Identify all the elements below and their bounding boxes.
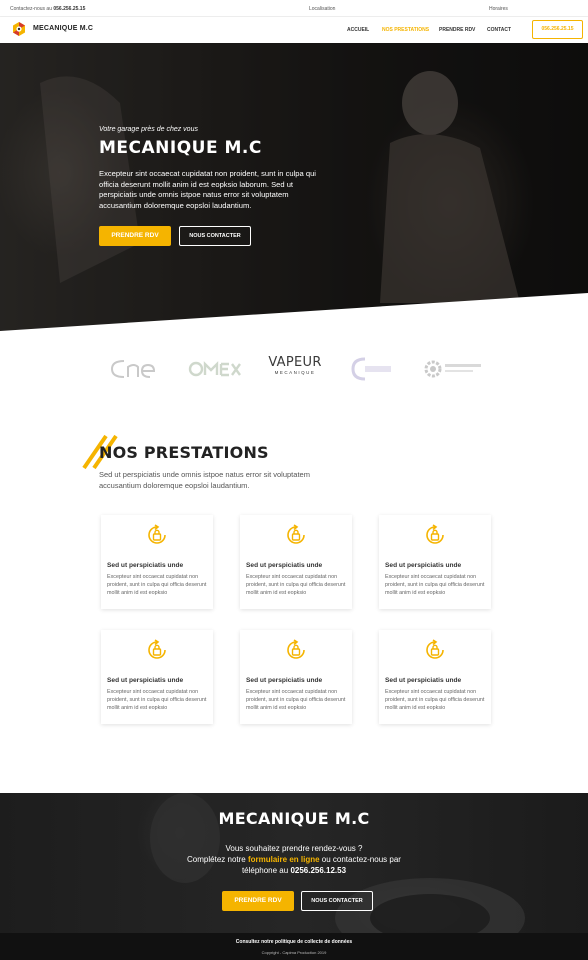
nav-item-accueil[interactable]: ACCUEIL <box>347 27 369 33</box>
cta-line-2: Complétez notre formulaire en ligne ou c… <box>0 855 588 864</box>
cta-section: MECANIQUE M.C Vous souhaitez prendre ren… <box>0 793 588 933</box>
cta-line-2-start: Complétez notre <box>187 855 246 864</box>
partner-logo-gear[interactable] <box>421 355 485 383</box>
cta-line-2-end: ou contactez-nous par <box>321 855 401 864</box>
prestation-card-text: Excepteur sint occaecat cupidatat non pr… <box>107 689 207 711</box>
footer-copyright: Copyright - Capima Production 2019 <box>261 950 327 955</box>
vapeur-logo-text: VAPEUR <box>268 355 322 370</box>
cta-phone-link[interactable]: 0256.256.12.53 <box>290 866 346 875</box>
partner-logo-gmex[interactable] <box>188 355 242 383</box>
cta-line-3-start: téléphone au <box>241 866 289 875</box>
prestation-card-title: Sed ut perspiciatis unde <box>107 677 184 684</box>
prestation-card-title: Sed ut perspiciatis unde <box>385 677 462 684</box>
footer-policy-link[interactable]: Consultez notre politique de collecte de… <box>0 939 588 945</box>
partner-logo-cne[interactable] <box>110 355 162 383</box>
gear-logo-icon[interactable] <box>11 21 27 37</box>
lock-refresh-icon <box>426 639 444 659</box>
topbar-contact-label: Contactez-nous au <box>10 6 52 12</box>
lock-refresh-icon <box>148 524 166 544</box>
top-info-bar: Contactez-nous au 056.256.25.15 Localisa… <box>0 0 588 17</box>
prestation-card[interactable]: Sed ut perspiciatis unde Excepteur sint o… <box>240 515 352 609</box>
prestation-card-title: Sed ut perspiciatis unde <box>246 562 323 569</box>
cta-line-3: téléphone au 0256.256.12.53 <box>0 866 588 875</box>
main-navigation: MECANIQUE M.C ACCUEIL NOS PRESTATIONS PR… <box>0 17 588 43</box>
prestation-card-text: Excepteur sint occaecat cupidatat non pr… <box>385 574 485 596</box>
prestation-card-text: Excepteur sint occaecat cupidatat non pr… <box>385 689 485 711</box>
nav-item-prestations[interactable]: NOS PRESTATIONS <box>382 27 429 33</box>
cta-form-link[interactable]: formulaire en ligne <box>248 855 320 864</box>
prestation-card[interactable]: Sed ut perspiciatis unde Excepteur sint o… <box>379 515 491 609</box>
hero-rdv-button[interactable]: PRENDRE RDV <box>99 226 171 246</box>
hero-contact-button[interactable]: NOUS CONTACTER <box>179 226 251 246</box>
cta-contact-button[interactable]: NOUS CONTACTER <box>301 891 373 911</box>
lock-refresh-icon <box>287 524 305 544</box>
hero-kicker: Votre garage près de chez vous <box>99 126 198 133</box>
prestation-card[interactable]: Sed ut perspiciatis unde Excepteur sint o… <box>101 630 213 724</box>
nav-phone-button[interactable]: 056.256.25.15 <box>532 20 583 39</box>
brand-name[interactable]: MECANIQUE M.C <box>33 25 93 32</box>
lock-refresh-icon <box>287 639 305 659</box>
prestation-card-text: Excepteur sint occaecat cupidatat non pr… <box>246 574 346 596</box>
prestation-card-text: Excepteur sint occaecat cupidatat non pr… <box>107 574 207 596</box>
prestations-subtitle: Sed ut perspiciatis unde omnis istpoe na… <box>99 470 310 490</box>
prestation-card-title: Sed ut perspiciatis unde <box>246 677 323 684</box>
topbar-contact: Contactez-nous au 056.256.25.15 <box>10 6 85 12</box>
nav-item-contact[interactable]: CONTACT <box>487 27 511 33</box>
lock-refresh-icon <box>426 524 444 544</box>
prestation-card-title: Sed ut perspiciatis unde <box>107 562 184 569</box>
prestations-title: NOS PRESTATIONS <box>99 443 269 462</box>
hero-description: Excepteur sint occaecat cupidatat non pr… <box>99 169 316 210</box>
topbar-location[interactable]: Localisation <box>309 6 335 12</box>
nav-item-rdv[interactable]: PRENDRE RDV <box>439 27 475 33</box>
topbar-hours[interactable]: Horaires <box>489 6 508 12</box>
prestation-card-title: Sed ut perspiciatis unde <box>385 562 462 569</box>
prestation-card[interactable]: Sed ut perspiciatis unde Excepteur sint o… <box>240 630 352 724</box>
hero-title: MECANIQUE M.C <box>99 138 262 158</box>
hero-section: Votre garage près de chez vous MECANIQUE… <box>0 43 588 333</box>
cta-rdv-button[interactable]: PRENDRE RDV <box>222 891 294 911</box>
lock-refresh-icon <box>148 639 166 659</box>
prestation-card[interactable]: Sed ut perspiciatis unde Excepteur sint o… <box>379 630 491 724</box>
partner-logo-anet[interactable] <box>351 355 401 383</box>
cta-line-1: Vous souhaitez prendre rendez-vous ? <box>225 844 363 853</box>
prestation-card-text: Excepteur sint occaecat cupidatat non pr… <box>246 689 346 711</box>
prestation-card[interactable]: Sed ut perspiciatis unde Excepteur sint o… <box>101 515 213 609</box>
vapeur-logo-subtext: MECANIQUE <box>274 370 316 375</box>
footer: Consultez notre politique de collecte de… <box>0 933 588 960</box>
partner-logo-vapeur[interactable]: VAPEUR MECANIQUE <box>266 355 324 383</box>
cta-title: MECANIQUE M.C <box>218 809 370 828</box>
topbar-phone[interactable]: 056.256.25.15 <box>53 6 85 12</box>
